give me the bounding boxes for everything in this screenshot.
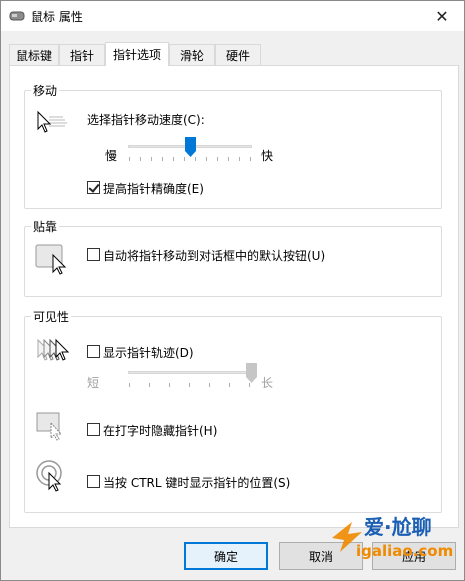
speed-label: 选择指针移动速度(C):: [87, 113, 205, 127]
speed-tick: [206, 157, 207, 161]
tab-pointers[interactable]: 指针: [59, 44, 105, 65]
snap-group: 贴靠 自动将指针移动到对话框中的默认按钮(U): [24, 218, 442, 297]
watermark-site: igaliao.com: [356, 542, 453, 560]
trail-tick: [169, 383, 170, 387]
snap-label[interactable]: 自动将指针移动到对话框中的默认按钮(U): [103, 247, 325, 264]
motion-group: 移动 选择指针移动速度(C): 慢 快 提高指针精确度(E): [24, 82, 442, 209]
precision-checkbox[interactable]: [87, 181, 100, 194]
trails-checkbox[interactable]: [87, 345, 100, 358]
pointer-speed-icon: [35, 109, 69, 135]
speed-tick: [173, 157, 174, 161]
show-location-label[interactable]: 当按 CTRL 键时显示指针的位置(S): [103, 474, 290, 491]
tab-strip: 鼠标键 指针 指针选项 滑轮 硬件: [9, 42, 459, 66]
close-button[interactable]: ✕: [424, 1, 460, 31]
visibility-group-title: 可见性: [31, 308, 72, 325]
speed-tick: [228, 157, 229, 161]
snap-group-title: 贴靠: [31, 218, 60, 235]
trail-tick: [249, 383, 250, 387]
watermark-text: 爱·尬聊: [364, 515, 432, 539]
tab-hardware[interactable]: 硬件: [215, 44, 261, 65]
tab-wheel[interactable]: 滑轮: [169, 44, 215, 65]
title-bar: 鼠标 属性 ✕: [1, 1, 464, 31]
fast-label: 快: [261, 149, 274, 163]
trail-tick: [129, 383, 130, 387]
tab-buttons[interactable]: 鼠标键: [9, 44, 59, 65]
speed-tick: [151, 157, 152, 161]
mouse-properties-dialog: 鼠标 属性 ✕ 鼠标键 指针 指针选项 滑轮 硬件 移动 选择指针移动速度(C)…: [0, 0, 465, 581]
trail-slider-thumb[interactable]: [246, 363, 257, 383]
speed-tick: [239, 157, 240, 161]
speed-tick: [184, 157, 185, 161]
trail-slider-track: [128, 371, 252, 374]
speed-tick: [129, 157, 130, 161]
trail-tick: [189, 383, 190, 387]
trail-tick: [229, 383, 230, 387]
speed-tick: [195, 157, 196, 161]
show-location-icon: [35, 459, 69, 493]
short-label: 短: [87, 376, 100, 390]
precision-label[interactable]: 提高指针精确度(E): [103, 180, 204, 197]
ok-button[interactable]: 确定: [184, 542, 268, 570]
window-title: 鼠标 属性: [31, 10, 83, 24]
tab-pointer-options[interactable]: 指针选项: [105, 42, 169, 66]
snap-to-icon: [35, 243, 69, 275]
hide-pointer-icon: [35, 411, 69, 441]
speed-tick: [140, 157, 141, 161]
watermark: 爱·尬聊 igaliao.com: [328, 508, 460, 566]
close-icon: ✕: [435, 6, 449, 26]
mouse-icon: [9, 9, 25, 23]
snap-checkbox[interactable]: [87, 248, 100, 261]
long-label: 长: [261, 376, 274, 390]
hide-while-typing-label[interactable]: 在打字时隐藏指针(H): [103, 422, 217, 439]
speed-slider-thumb[interactable]: [185, 137, 196, 157]
trail-tick: [209, 383, 210, 387]
pointer-options-panel: 移动 选择指针移动速度(C): 慢 快 提高指针精确度(E) 贴靠 自动将指针移…: [9, 65, 459, 528]
speed-tick: [162, 157, 163, 161]
pointer-trails-icon: [35, 337, 71, 363]
trails-label[interactable]: 显示指针轨迹(D): [103, 344, 194, 361]
visibility-group: 可见性 显示指针轨迹(D) 短 长 在打字时隐藏指针(H) 当按 CTRL 键时…: [24, 308, 442, 513]
show-location-checkbox[interactable]: [87, 475, 100, 488]
speed-tick: [250, 157, 251, 161]
speed-tick: [217, 157, 218, 161]
slow-label: 慢: [105, 149, 118, 163]
hide-while-typing-checkbox[interactable]: [87, 423, 100, 436]
motion-group-title: 移动: [31, 82, 60, 99]
trail-tick: [149, 383, 150, 387]
